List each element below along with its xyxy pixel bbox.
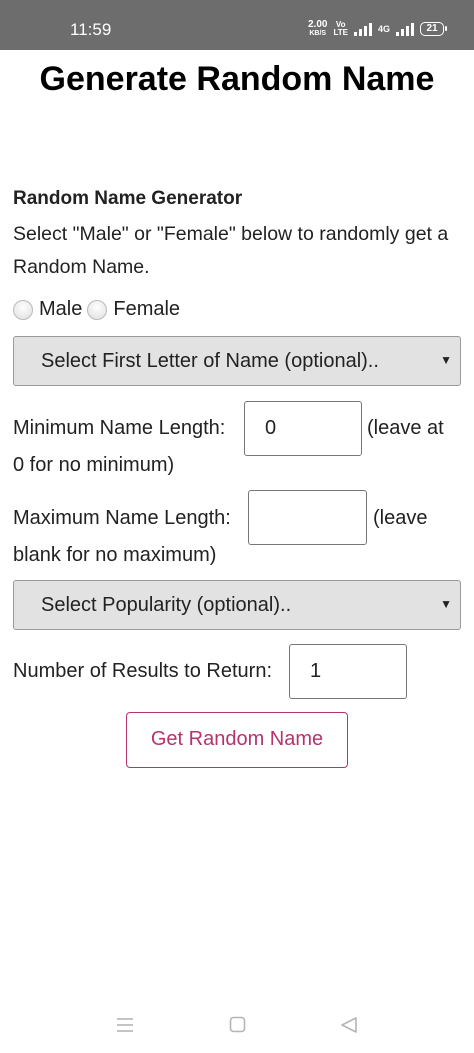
menu-icon[interactable] (116, 1016, 134, 1034)
max-length-label: Maximum Name Length: (13, 507, 231, 529)
dropdown-arrow-icon: ▼ (440, 353, 452, 367)
dropdown-arrow-icon: ▼ (440, 597, 452, 611)
popularity-select[interactable]: Select Popularity (optional).. ▼ (13, 580, 461, 630)
signal-icon (353, 22, 372, 36)
back-triangle-icon[interactable] (340, 1016, 358, 1034)
max-length-hint-cont: blank for no maximum) (13, 544, 217, 566)
home-square-icon[interactable] (229, 1016, 246, 1033)
page-title: Generate Random Name (39, 60, 435, 98)
male-radio[interactable] (13, 299, 33, 320)
network-type: 4G (377, 24, 390, 34)
male-label[interactable]: Male (39, 298, 82, 321)
form-instructions: Select "Male" or "Female" below to rando… (13, 223, 449, 278)
min-length-label: Minimum Name Length: (13, 417, 226, 439)
min-length-hint-cont: 0 for no minimum) (13, 454, 175, 476)
results-input[interactable]: 1 (289, 644, 407, 699)
volte-bottom: LTE (333, 28, 348, 37)
max-length-hint: (leave (373, 507, 428, 529)
female-label[interactable]: Female (113, 298, 180, 321)
results-label: Number of Results to Return: (13, 660, 272, 682)
battery-icon: 21 (420, 22, 447, 36)
speed-value: 2.00 (308, 19, 328, 30)
speed-unit: KB/S (309, 30, 327, 37)
network-speed: 2.00 KB/S (308, 20, 327, 38)
get-random-name-button[interactable]: Get Random Name (126, 712, 348, 768)
status-time: 11:59 (70, 20, 112, 39)
female-radio[interactable] (87, 299, 108, 320)
max-length-input[interactable] (248, 490, 367, 545)
status-icons: 2.00 KB/S Vo LTE 4G 21 (308, 20, 447, 38)
first-letter-select[interactable]: Select First Letter of Name (optional)..… (13, 336, 461, 386)
popularity-select-value: Select Popularity (optional).. (41, 594, 292, 616)
first-letter-select-value: Select First Letter of Name (optional).. (41, 350, 379, 372)
min-length-hint: (leave at (367, 417, 444, 439)
min-length-input[interactable]: 0 (244, 401, 362, 456)
status-bar: 11:59 2.00 KB/S Vo LTE 4G 21 (0, 0, 474, 50)
volte-icon: Vo LTE (333, 21, 348, 37)
gender-radio-group: Male Female (13, 298, 185, 321)
signal-icon-2 (396, 22, 414, 36)
navigation-bar (0, 1000, 474, 1053)
form-heading: Random Name Generator (13, 188, 243, 209)
